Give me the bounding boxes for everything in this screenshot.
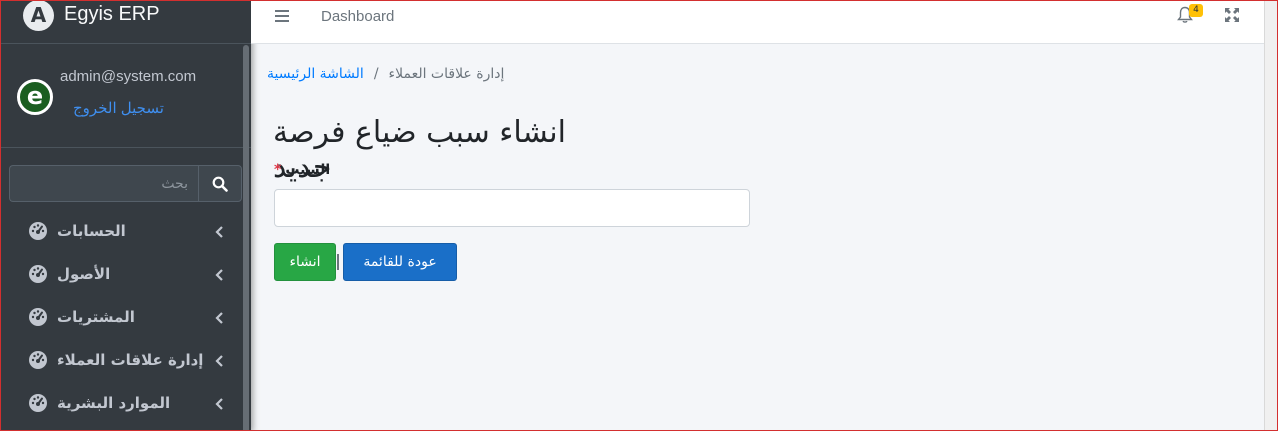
brand-logo: A (23, 1, 54, 31)
sidebar-item-assets[interactable]: الأصول (1, 253, 251, 296)
sidebar-nav: الحسابات الأصول المشتريات إدارة علاقات ا… (1, 210, 251, 425)
user-panel: e admin@system.com تسجيل الخروج (1, 44, 251, 148)
chevron-left-icon (215, 226, 223, 238)
top-navbar: Dashboard 4 (251, 1, 1264, 44)
search-input[interactable] (9, 165, 198, 202)
gauge-icon (29, 222, 47, 240)
search-icon (212, 176, 228, 192)
content-wrapper: إدارة علاقات العملاء / الشاشة الرئيسية ا… (251, 44, 1264, 430)
gauge-icon (29, 308, 47, 326)
brand-link[interactable]: A Egyis ERP (1, 1, 251, 44)
sidebar-item-hr[interactable]: الموارد البشرية (1, 382, 251, 425)
chevron-left-icon (215, 355, 223, 367)
avatar: e (17, 79, 53, 115)
main-sidebar: A Egyis ERP e admin@system.com تسجيل الخ… (1, 1, 251, 430)
back-to-list-button[interactable]: عودة للقائمة (343, 243, 457, 281)
sidebar-item-label: الحسابات (57, 222, 126, 240)
sidebar-item-label: الموارد البشرية (57, 394, 171, 412)
gauge-icon (29, 351, 47, 369)
breadcrumb-separator: / (373, 66, 379, 82)
brand-name: Egyis ERP (64, 2, 160, 25)
chevron-left-icon (215, 269, 223, 281)
sidebar-item-accounts[interactable]: الحسابات (1, 210, 251, 253)
sidebar-item-label: إدارة علاقات العملاء (57, 351, 204, 369)
required-mark: * (274, 162, 282, 178)
chevron-left-icon (215, 398, 223, 410)
sidebar-search (9, 165, 242, 202)
sidebar-item-crm[interactable]: إدارة علاقات العملاء (1, 339, 251, 382)
button-divider (337, 254, 339, 270)
search-button[interactable] (198, 165, 242, 202)
sidebar-item-label: المشتريات (57, 308, 135, 326)
gauge-icon (29, 394, 47, 412)
sidebar-scrollbar[interactable] (243, 45, 249, 430)
reason-input[interactable] (274, 189, 750, 227)
dashboard-link[interactable]: Dashboard (321, 8, 394, 25)
sidebar-item-purchases[interactable]: المشتريات (1, 296, 251, 339)
gauge-icon (29, 265, 47, 283)
breadcrumb-current: إدارة علاقات العملاء (388, 66, 505, 82)
sidebar-item-label: الأصول (57, 265, 111, 283)
notification-badge: 4 (1189, 4, 1203, 17)
create-button[interactable]: انشاء (274, 243, 336, 281)
breadcrumb: إدارة علاقات العملاء / الشاشة الرئيسية (267, 66, 504, 82)
app-window: A Egyis ERP e admin@system.com تسجيل الخ… (0, 0, 1278, 431)
user-email: admin@system.com (60, 68, 197, 85)
hamburger-icon[interactable] (274, 8, 290, 24)
breadcrumb-home-link[interactable]: الشاشة الرئيسية (267, 66, 364, 82)
chevron-left-icon (215, 312, 223, 324)
reason-label: السبب* (274, 162, 334, 178)
window-scrollbar[interactable] (1264, 1, 1277, 430)
logout-link[interactable]: تسجيل الخروج (73, 99, 164, 117)
fullscreen-icon[interactable] (1225, 8, 1239, 22)
reason-label-text: السبب (285, 162, 331, 178)
